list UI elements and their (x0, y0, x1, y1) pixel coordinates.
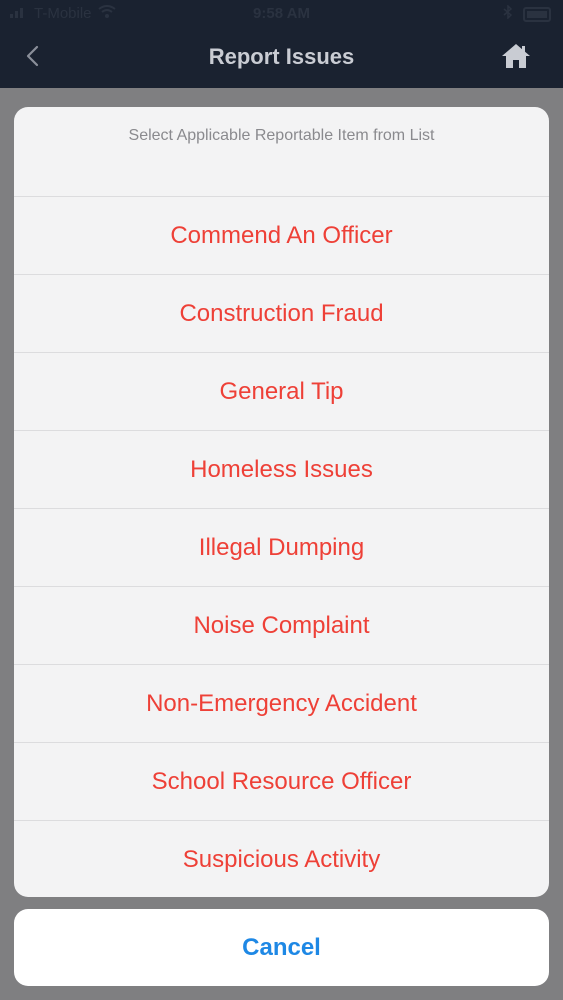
bluetooth-icon (503, 4, 513, 23)
battery-icon (523, 6, 551, 22)
action-sheet-header: Select Applicable Reportable Item from L… (14, 107, 549, 197)
action-sheet: Select Applicable Reportable Item from L… (14, 107, 549, 897)
item-homeless-issues[interactable]: Homeless Issues (14, 431, 549, 509)
item-suspicious-activity[interactable]: Suspicious Activity (14, 821, 549, 897)
item-commend-an-officer[interactable]: Commend An Officer (14, 197, 549, 275)
item-noise-complaint[interactable]: Noise Complaint (14, 587, 549, 665)
item-general-tip[interactable]: General Tip (14, 353, 549, 431)
item-illegal-dumping[interactable]: Illegal Dumping (14, 509, 549, 587)
page-title: Report Issues (208, 44, 355, 69)
item-non-emergency-accident[interactable]: Non-Emergency Accident (14, 665, 549, 743)
home-icon (501, 43, 531, 74)
status-time: 9:58 AM (253, 5, 310, 22)
home-button[interactable] (499, 42, 533, 74)
status-bar: T-Mobile 9:58 AM (0, 0, 563, 26)
navigation-bar: T-Mobile 9:58 AM Report Issues (0, 0, 563, 88)
item-construction-fraud[interactable]: Construction Fraud (14, 275, 549, 353)
status-right (503, 4, 551, 23)
item-school-resource-officer[interactable]: School Resource Officer (14, 743, 549, 821)
cancel-button[interactable]: Cancel (14, 909, 549, 986)
